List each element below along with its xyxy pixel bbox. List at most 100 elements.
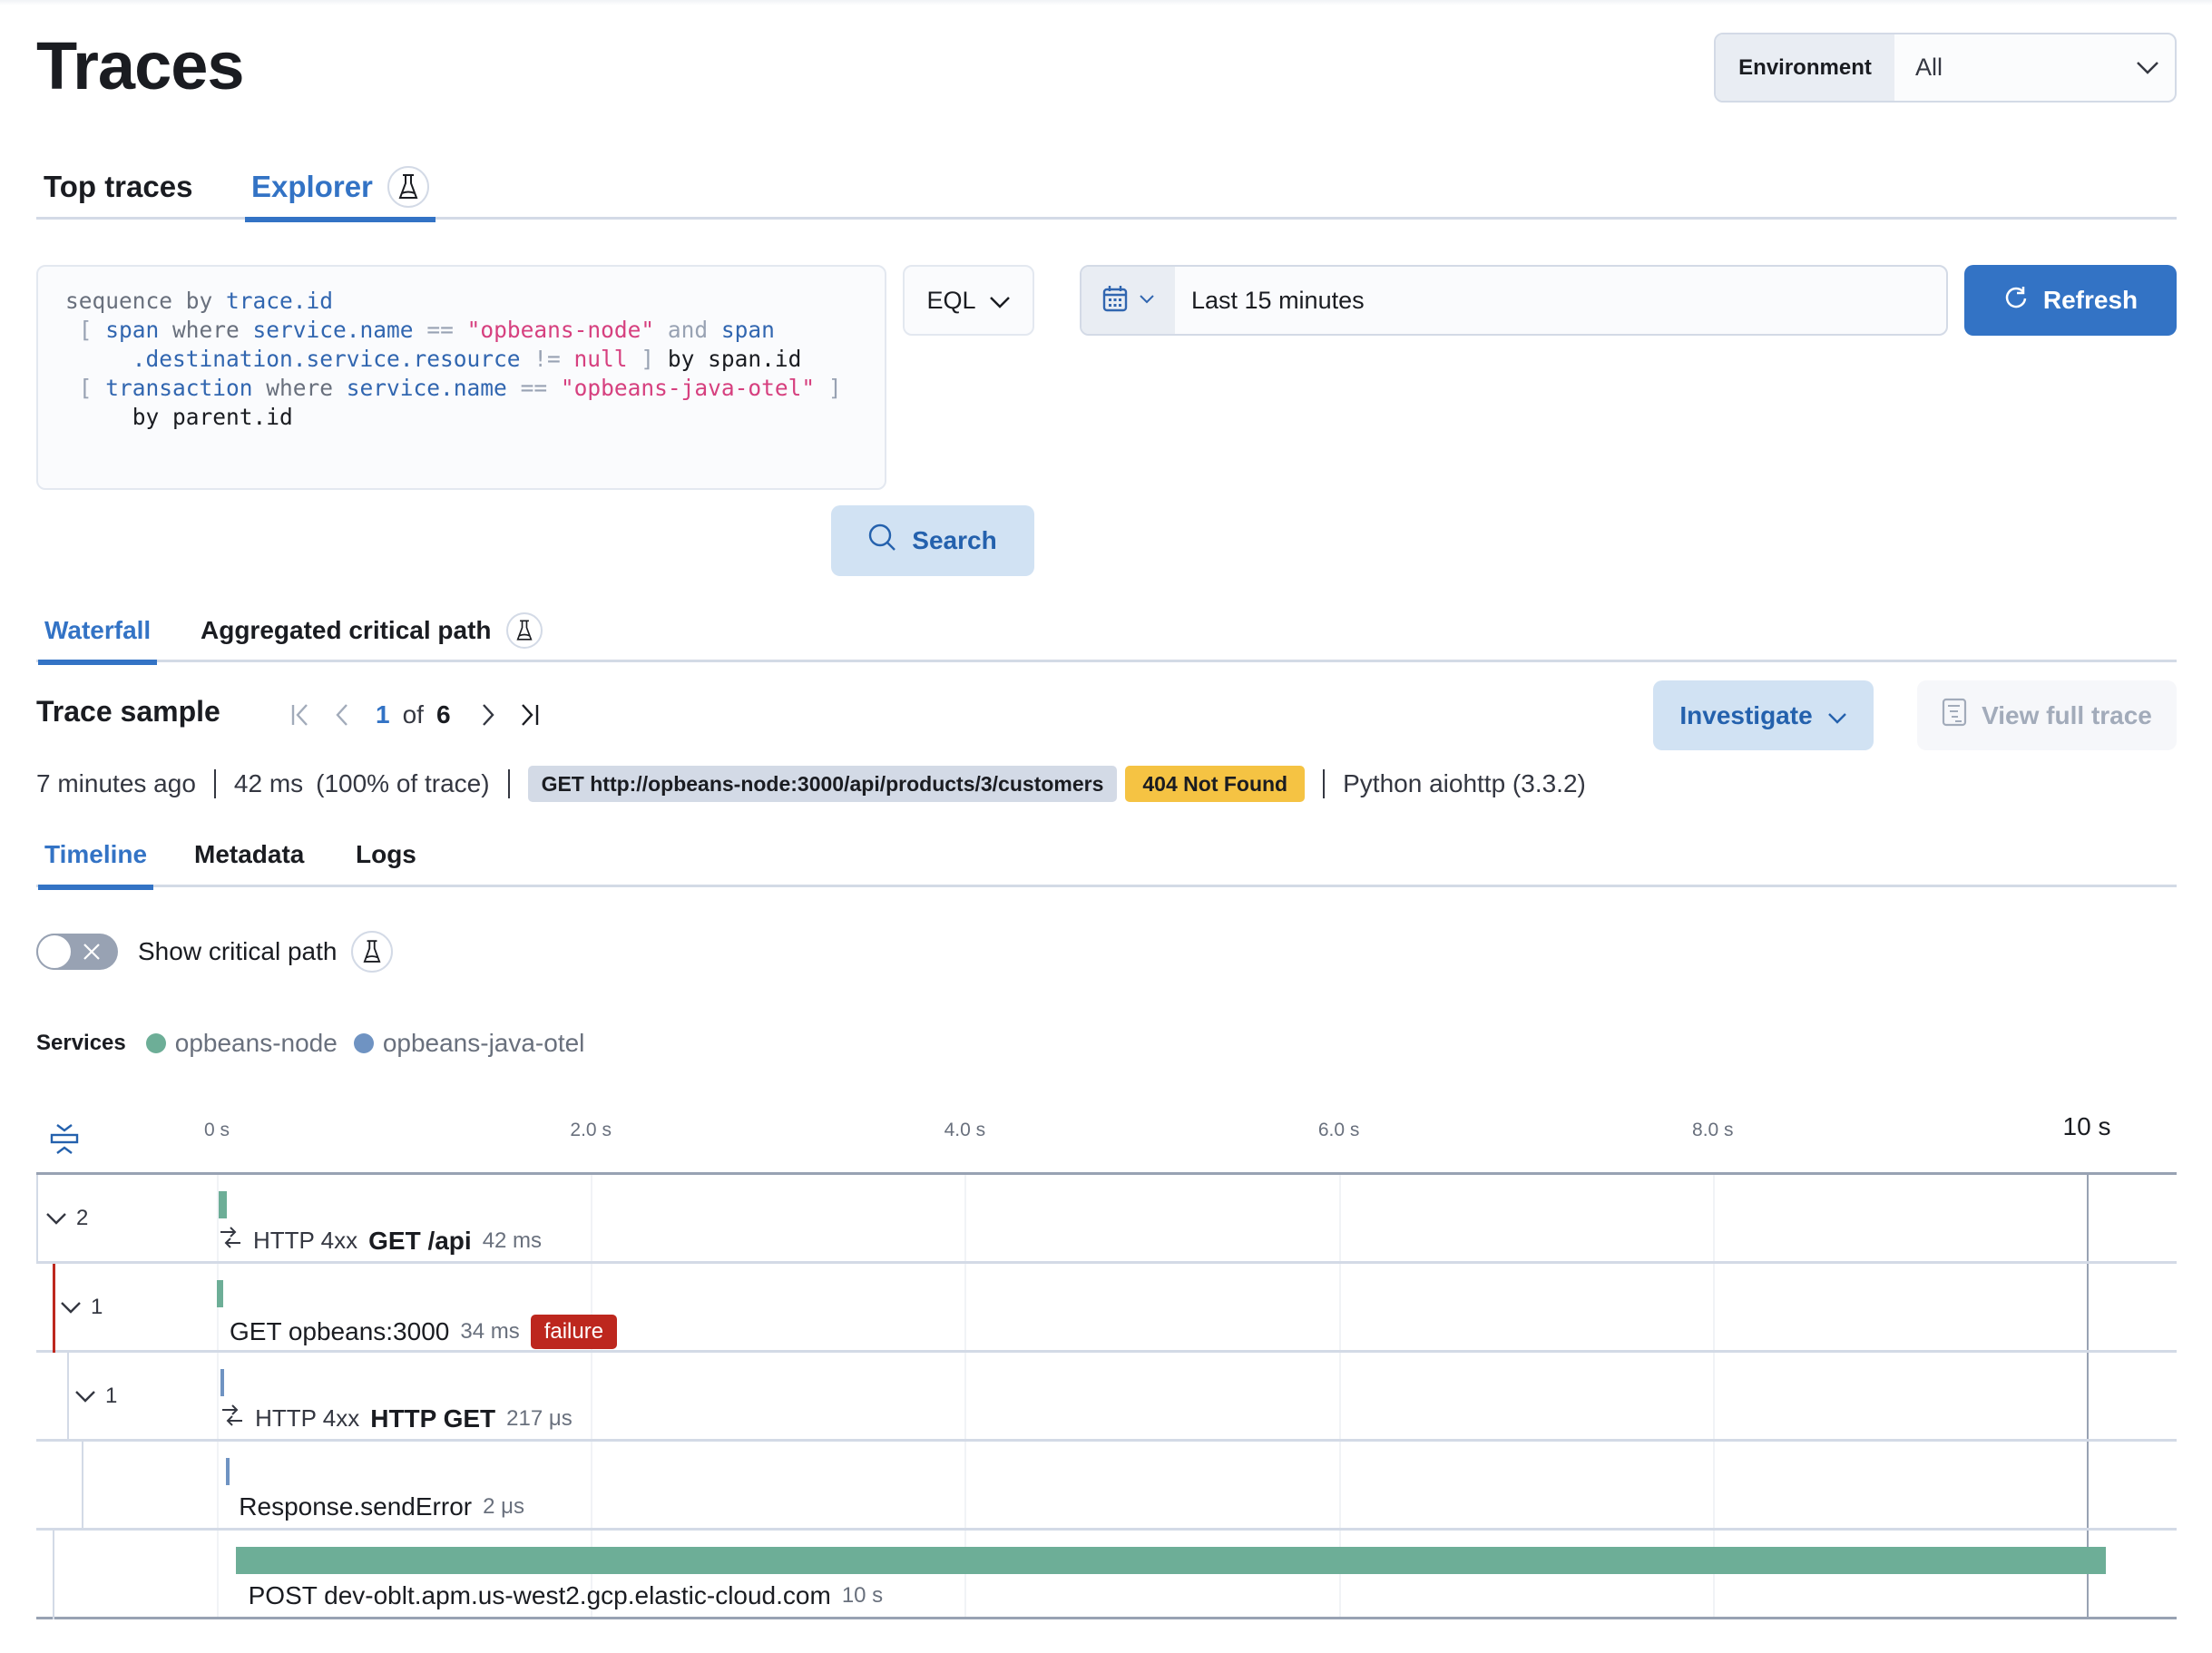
view-full-trace-button[interactable]: View full trace bbox=[1917, 680, 2177, 750]
beaker-icon bbox=[505, 612, 543, 649]
span-duration: 42 ms bbox=[482, 1228, 543, 1253]
url-badge: GET http://opbeans-node:3000/api/product… bbox=[527, 766, 1118, 802]
critical-path-switch[interactable] bbox=[36, 934, 118, 970]
refresh-button[interactable]: Refresh bbox=[1964, 265, 2177, 336]
previous-page-icon[interactable] bbox=[321, 695, 363, 735]
close-icon bbox=[80, 940, 103, 970]
span-bar[interactable] bbox=[235, 1547, 2106, 1574]
tab-metadata[interactable]: Metadata bbox=[194, 822, 304, 887]
span-label[interactable]: POST dev-oblt.apm.us-west2.gcp.elastic-c… bbox=[249, 1581, 884, 1610]
tab-top-traces[interactable]: Top traces bbox=[44, 154, 192, 220]
tab-label: Metadata bbox=[194, 840, 305, 868]
child-count: 1 bbox=[91, 1295, 103, 1319]
top-shade bbox=[0, 0, 2212, 5]
first-page-icon[interactable] bbox=[279, 695, 321, 735]
date-range-value[interactable]: Last 15 minutes bbox=[1175, 267, 1365, 334]
switch-knob bbox=[36, 934, 73, 970]
query-line: sequence by trace.id bbox=[65, 287, 857, 316]
legend-item: opbeans-node bbox=[145, 1029, 338, 1058]
chevron-down-icon bbox=[45, 1206, 67, 1231]
main-tabs: Top traces Explorer bbox=[36, 154, 2177, 222]
tab-timeline[interactable]: Timeline bbox=[37, 822, 154, 890]
current-page: 1 bbox=[376, 700, 390, 729]
last-page-icon[interactable] bbox=[509, 695, 551, 735]
services-label: Services bbox=[36, 1031, 126, 1055]
transaction-icon bbox=[219, 1226, 242, 1256]
span-bar[interactable] bbox=[226, 1458, 230, 1485]
tab-aggregated-critical-path[interactable]: Aggregated critical path bbox=[201, 599, 543, 662]
status-badge: 404 Not Found bbox=[1125, 766, 1306, 802]
chevron-down-icon bbox=[74, 1384, 96, 1409]
span-label[interactable]: Response.sendError 2 μs bbox=[239, 1492, 524, 1521]
query-token: where bbox=[252, 375, 347, 401]
waterfall-row[interactable]: 2 HTTP 4xx GET /api 42 ms bbox=[36, 1175, 2177, 1264]
query-token: sequence by bbox=[65, 288, 227, 314]
query-line: by parent.id bbox=[65, 403, 857, 432]
waterfall-row[interactable]: POST dev-oblt.apm.us-west2.gcp.elastic-c… bbox=[36, 1531, 2177, 1619]
page-of-label: of bbox=[402, 700, 424, 729]
environment-select[interactable]: Environment All bbox=[1714, 33, 2177, 103]
query-token: ] bbox=[815, 375, 842, 401]
query-token: by span.id bbox=[667, 346, 802, 372]
legend-dot bbox=[145, 1033, 166, 1053]
search-button[interactable]: Search bbox=[831, 505, 1034, 576]
span-label[interactable]: HTTP 4xx GET /api 42 ms bbox=[219, 1226, 542, 1256]
span-label[interactable]: GET opbeans:3000 34 ms failure bbox=[230, 1315, 618, 1349]
services-legend: Services opbeans-node opbeans-java-otel bbox=[36, 1025, 601, 1061]
axis-tick-label: 6.0 s bbox=[1317, 1120, 1360, 1140]
tab-label: Waterfall bbox=[44, 616, 152, 644]
collapse-all-icon[interactable] bbox=[49, 1123, 80, 1160]
waterfall-row[interactable]: 1 HTTP 4xx HTTP GET 217 μs bbox=[36, 1353, 2177, 1442]
quick-select-button[interactable] bbox=[1082, 267, 1175, 334]
document-icon bbox=[1942, 698, 1967, 733]
row-expand-toggle[interactable]: 1 bbox=[74, 1384, 117, 1409]
detail-tabs: Timeline Metadata Logs bbox=[36, 822, 2177, 890]
failure-indicator bbox=[53, 1264, 55, 1353]
tab-label: Timeline bbox=[44, 840, 148, 868]
failure-badge: failure bbox=[530, 1315, 618, 1349]
query-language-value: EQL bbox=[926, 286, 976, 314]
waterfall-timeline: 0 s 2.0 s 4.0 s 6.0 s 8.0 s 10 s 2 HTTP 4xx GET … bbox=[36, 1098, 2177, 1619]
span-duration: 2 μs bbox=[483, 1494, 524, 1519]
query-line: .destination.service.resource != null ] … bbox=[65, 345, 857, 374]
environment-value[interactable]: All bbox=[1894, 34, 2120, 101]
span-duration: 217 μs bbox=[506, 1405, 573, 1431]
environment-label: Environment bbox=[1716, 34, 1894, 101]
query-language-select[interactable]: EQL bbox=[903, 265, 1034, 336]
date-picker[interactable]: Last 15 minutes bbox=[1080, 265, 1948, 336]
depth-guide bbox=[67, 1353, 69, 1442]
tab-logs[interactable]: Logs bbox=[356, 822, 416, 887]
chevron-down-icon bbox=[1139, 292, 1155, 308]
span-bar[interactable] bbox=[220, 1369, 225, 1396]
query-token: "opbeans-java-otel" bbox=[560, 375, 816, 401]
query-token: service.name bbox=[252, 317, 414, 343]
depth-guide bbox=[82, 1442, 83, 1531]
query-token: == bbox=[506, 375, 561, 401]
search-icon bbox=[868, 523, 897, 559]
legend-item: opbeans-java-otel bbox=[353, 1029, 584, 1058]
tab-waterfall[interactable]: Waterfall bbox=[37, 599, 158, 665]
span-duration: 10 s bbox=[841, 1583, 884, 1608]
span-name: Response.sendError bbox=[239, 1492, 473, 1521]
chevron-down-icon bbox=[1827, 701, 1847, 730]
separator bbox=[507, 769, 510, 798]
row-expand-toggle[interactable]: 1 bbox=[60, 1295, 103, 1320]
investigate-label: Investigate bbox=[1679, 700, 1813, 729]
view-tabs: Waterfall Aggregated critical path bbox=[36, 599, 2177, 665]
page-title: Traces bbox=[36, 28, 245, 103]
trace-age: 7 minutes ago bbox=[36, 769, 196, 797]
query-token: .destination.service.resource bbox=[65, 346, 521, 372]
chevron-down-icon[interactable] bbox=[2120, 34, 2175, 101]
span-label[interactable]: HTTP 4xx HTTP GET 217 μs bbox=[220, 1404, 573, 1433]
span-name: HTTP GET bbox=[370, 1404, 496, 1433]
waterfall-row[interactable]: 1 GET opbeans:3000 34 ms failure bbox=[36, 1264, 2177, 1353]
span-bar[interactable] bbox=[217, 1280, 223, 1307]
span-bar[interactable] bbox=[219, 1191, 227, 1218]
tab-explorer[interactable]: Explorer bbox=[245, 154, 436, 222]
row-expand-toggle[interactable]: 2 bbox=[45, 1206, 88, 1231]
investigate-button[interactable]: Investigate bbox=[1653, 680, 1874, 750]
transaction-icon bbox=[220, 1404, 244, 1433]
next-page-icon[interactable] bbox=[467, 695, 509, 735]
waterfall-row[interactable]: Response.sendError 2 μs bbox=[36, 1442, 2177, 1531]
query-editor[interactable]: sequence by trace.id [ span where servic… bbox=[36, 265, 886, 490]
